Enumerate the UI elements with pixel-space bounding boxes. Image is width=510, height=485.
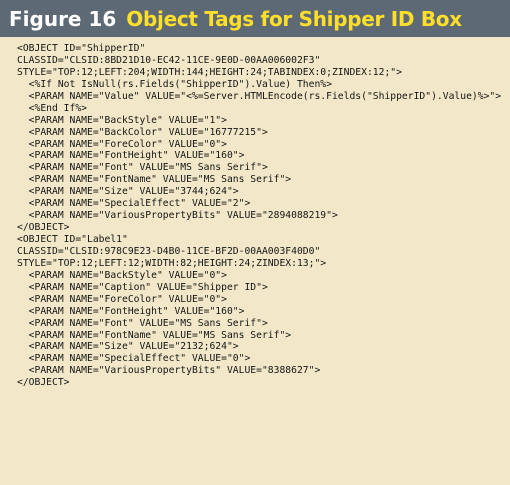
code-line: </OBJECT> <box>17 222 70 234</box>
code-line: <PARAM NAME="Size" VALUE="2132;624"> <box>17 341 239 353</box>
code-line: <%End If%> <box>17 102 87 114</box>
code-line: <PARAM NAME="Font" VALUE="MS Sans Serif"… <box>17 162 268 174</box>
code-line: <PARAM NAME="BackStyle" VALUE="0"> <box>17 269 227 281</box>
code-line: <PARAM NAME="Value" VALUE="<%=Server.HTM… <box>17 90 502 102</box>
code-line: STYLE="TOP:12;LEFT:12;WIDTH:82;HEIGHT:24… <box>17 257 327 269</box>
code-line: <PARAM NAME="Size" VALUE="3744;624"> <box>17 186 239 198</box>
code-line: CLASSID="CLSID:978C9E23-D4B0-11CE-BF2D-0… <box>17 245 321 257</box>
code-line: <%If Not IsNull(rs.Fields("ShipperID").V… <box>17 78 332 90</box>
code-line: CLASSID="CLSID:8BD21D10-EC42-11CE-9E0D-0… <box>17 54 321 66</box>
code-line: <PARAM NAME="SpecialEffect" VALUE="2"> <box>17 198 251 210</box>
code-line: <PARAM NAME="Caption" VALUE="Shipper ID"… <box>17 281 268 293</box>
code-line: <PARAM NAME="VariousPropertyBits" VALUE=… <box>17 365 321 377</box>
figure-header: Figure 16 Object Tags for Shipper ID Box <box>0 0 510 37</box>
code-line: <PARAM NAME="FontHeight" VALUE="160"> <box>17 305 245 317</box>
code-line: <PARAM NAME="SpecialEffect" VALUE="0"> <box>17 353 251 365</box>
figure-label: Figure 16 <box>9 6 117 31</box>
code-line: <PARAM NAME="FontName" VALUE="MS Sans Se… <box>17 174 292 186</box>
code-line: <PARAM NAME="FontName" VALUE="MS Sans Se… <box>17 329 292 341</box>
code-line: <PARAM NAME="FontHeight" VALUE="160"> <box>17 150 245 162</box>
code-line: <PARAM NAME="VariousPropertyBits" VALUE=… <box>17 210 338 222</box>
code-line: STYLE="TOP:12;LEFT:204;WIDTH:144;HEIGHT:… <box>17 66 402 78</box>
code-line: <PARAM NAME="ForeColor" VALUE="0"> <box>17 293 227 305</box>
figure: Figure 16 Object Tags for Shipper ID Box… <box>0 0 510 485</box>
figure-title: Object Tags for Shipper ID Box <box>126 6 462 31</box>
code-line: <OBJECT ID="Label1" <box>17 234 128 245</box>
code-line: <PARAM NAME="ForeColor" VALUE="0"> <box>17 138 227 150</box>
code-line: </OBJECT> <box>17 377 70 389</box>
code-line: <PARAM NAME="Font" VALUE="MS Sans Serif"… <box>17 317 268 329</box>
code-line: <PARAM NAME="BackStyle" VALUE="1"> <box>17 114 227 126</box>
code-line: <PARAM NAME="BackColor" VALUE="16777215"… <box>17 126 268 138</box>
code-line: <OBJECT ID="ShipperID" <box>17 43 146 54</box>
code-listing: <OBJECT ID="ShipperID" CLASSID="CLSID:8BD… <box>0 37 510 389</box>
